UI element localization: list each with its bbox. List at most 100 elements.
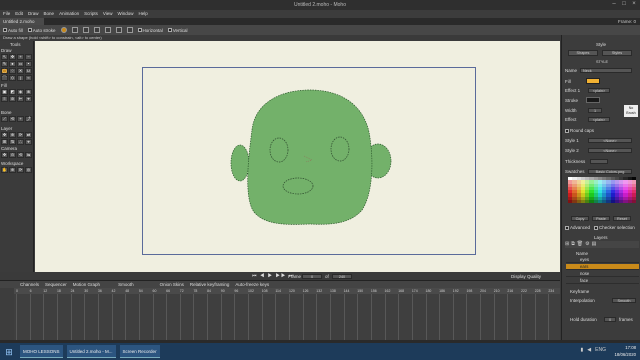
frame-gridline [507,294,509,340]
frame-gridline [97,294,99,340]
frame-gridline [370,294,372,340]
frame-gridline [466,294,468,340]
frame-label: Frame [288,274,302,279]
effect-select[interactable]: <plain> [588,117,610,122]
group-layer-icon[interactable]: ▤ [592,241,599,247]
layer-name: face [580,278,589,283]
stroke-label: Stroke [565,98,579,103]
tab-motion-graph[interactable]: Motion Graph [73,281,100,288]
layer-name: eyes [580,257,590,262]
frame-gridline [220,294,222,340]
style1-select[interactable]: <None> [588,138,632,143]
fill-label: Fill [565,79,571,84]
clock[interactable]: 17:08 18/06/2020 [614,344,636,358]
hold-duration-input[interactable]: 0 [604,317,616,322]
display-quality-button[interactable]: Display Quality [511,274,541,279]
tab-shapes[interactable]: Shapes [568,50,598,56]
stroke-color-swatch[interactable] [586,97,600,103]
face-shape[interactable] [247,89,373,225]
advanced-checkbox[interactable] [565,225,569,230]
left-ear-shape[interactable] [230,144,250,182]
keyframe-header: Keyframe [570,289,590,294]
paste-button[interactable]: Paste [592,216,610,221]
frame-gridline [166,294,168,340]
of-label: of [325,274,329,279]
delete-layer-icon[interactable]: 🗑 [577,241,585,247]
frame-gridline [70,294,72,340]
frame-gridline [29,294,31,340]
taskbar-item[interactable]: MOHO LESSONS [20,345,63,358]
language-indicator[interactable]: ENG [595,347,606,353]
frame-gridline [548,294,550,340]
thickness-label: Thickness [565,159,586,164]
tab-channels[interactable]: Channels [20,281,39,288]
checker-option[interactable]: Checker selection [594,225,635,230]
color-swatches[interactable] [568,177,636,203]
frame-gridline [125,294,127,340]
frame-gridline [289,294,290,340]
thickness-input[interactable] [590,159,608,164]
volume-icon[interactable]: ◀ [587,347,591,353]
checker-checkbox[interactable] [594,225,598,230]
frame-gridline [384,294,386,340]
round-caps-option[interactable]: Round caps [565,128,594,133]
layer-row[interactable]: nose [566,271,639,277]
smooth-dropdown[interactable]: Smooth [118,281,134,288]
frame-gridline [398,294,400,340]
reset-button[interactable]: Reset [613,216,631,221]
frame-gridline [357,294,359,340]
frame-input[interactable]: 0 [302,274,322,279]
effect1-label: Effect 1 [565,88,581,93]
playback-bar: ⏮ ◀ ▶ ▶▶ ⏭ Frame 0 of 240 Display Qualit… [0,272,560,281]
frame-gridline [56,294,58,340]
effect1-select[interactable]: <plain> [588,88,610,93]
layers-name-column: Name [576,251,589,256]
taskbar-item-moho[interactable]: Untitled 2.moho - M... [66,345,116,358]
round-caps-checkbox[interactable] [565,128,569,133]
width-label: Width [565,108,577,113]
style2-label: Style 2 [565,148,579,153]
start-button-icon[interactable]: ⊞ [2,345,16,359]
timeline-panel: ⏮ ◀ ▶ ▶▶ ⏭ Frame 0 of 240 Display Qualit… [0,272,560,340]
tab-sequencer[interactable]: Sequencer [45,281,67,288]
network-icon[interactable]: ▮ [581,347,584,353]
style2-select[interactable]: <None> [588,148,632,153]
palette-swatch[interactable] [631,199,636,203]
no-brush-button[interactable]: No Brush [624,105,638,117]
frame-gridline [179,294,181,340]
stroke-width-input[interactable]: 1 [588,108,602,113]
layer-name: ears [580,264,589,269]
copy-button[interactable]: Copy [571,216,589,221]
taskbar: ⊞ MOHO LESSONS Untitled 2.moho - M... Sc… [0,343,640,360]
auto-freeze-toggle[interactable]: Auto-freeze keys [235,281,269,288]
clock-time: 17:08 [625,345,636,350]
swatches-select[interactable]: Basic Colors.png [588,169,632,174]
layer-row-selected[interactable]: ears [566,264,639,270]
interpolation-label: Interpolation [570,298,595,303]
swatches-label: Swatches [565,169,585,174]
hold-duration-label: Hold duration [570,317,597,322]
frame-gridline [425,294,427,340]
relative-keyframing-toggle[interactable]: Relative keyframing [190,281,230,288]
taskbar-item[interactable]: Screen Recorder [119,345,160,358]
tab-styles[interactable]: Styles [602,50,632,56]
fill-color-swatch[interactable] [586,78,600,84]
frame-gridline [329,294,331,340]
onion-skins-toggle[interactable]: Onion Skins [160,281,184,288]
style-name-input[interactable]: Neck [580,68,632,73]
end-frame-input[interactable]: 240 [332,274,352,279]
frame-gridline [111,294,113,340]
frame-gridline [493,294,495,340]
frame-gridline [534,294,536,340]
frame-gridline [193,294,195,340]
frame-gridline [16,294,17,340]
round-caps-label: Round caps [570,128,595,133]
interpolation-select[interactable]: Smooth [612,298,636,303]
frame-gridline [316,294,318,340]
layer-row[interactable]: face [566,278,639,284]
clock-date: 18/06/2020 [614,352,636,357]
frame-gridline [302,294,304,340]
timeline-tracks[interactable] [14,294,560,340]
advanced-option[interactable]: Advanced [565,225,590,230]
layer-row[interactable]: eyes [566,257,639,263]
